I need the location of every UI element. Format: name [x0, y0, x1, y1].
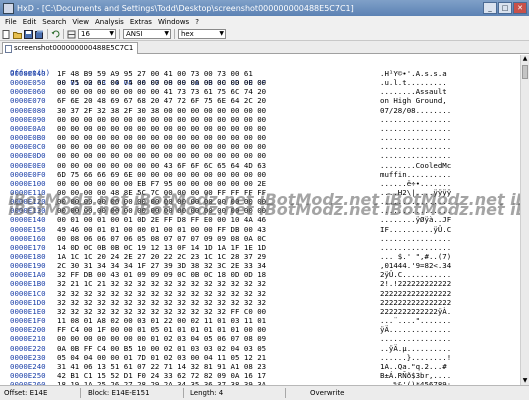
- charset-select[interactable]: ANSI ▼: [123, 29, 171, 39]
- open-folder-icon[interactable]: [13, 30, 22, 39]
- close-button[interactable]: ✕: [513, 2, 527, 14]
- menu-search[interactable]: Search: [39, 18, 69, 26]
- toolbar-separator: [174, 29, 175, 39]
- status-mode: Overwrite: [310, 389, 345, 397]
- scroll-up-arrow-icon[interactable]: ▲: [521, 55, 529, 63]
- bytes-per-row-value: 16: [81, 30, 90, 38]
- window-title: HxD - [C:\Documents and Settings\Todd\De…: [17, 3, 354, 13]
- status-divider: [80, 388, 81, 398]
- scrollbar-thumb[interactable]: [522, 65, 528, 79]
- menu-help[interactable]: ?: [192, 18, 202, 26]
- document-tab-label: screenshot000000000488E5C7C1: [14, 44, 134, 52]
- window-controls: _ □ ✕: [483, 2, 527, 14]
- bytes-per-row-icon: [67, 30, 76, 39]
- document-icon: [5, 44, 12, 53]
- status-length: Length: 4: [190, 389, 224, 397]
- document-tab-bar: screenshot000000000488E5C7C1: [0, 41, 529, 54]
- offset-base-select[interactable]: hex ▼: [178, 29, 226, 39]
- status-offset: Offset: E14E: [4, 389, 48, 397]
- toolbar-separator: [63, 29, 64, 39]
- maximize-button[interactable]: □: [498, 2, 512, 14]
- hex-header-row: Offset(h) 00 01 02 03 04 05 06 07 08 09 …: [0, 58, 529, 87]
- offset-base-value: hex: [181, 30, 194, 38]
- status-divider: [183, 388, 184, 398]
- charset-value: ANSI: [126, 30, 143, 38]
- status-divider: [285, 388, 286, 398]
- menu-windows[interactable]: Windows: [155, 18, 192, 26]
- toolbar: 16 ▼ ANSI ▼ hex ▼: [0, 28, 529, 41]
- hxd-app-icon: [3, 2, 14, 14]
- menu-extras[interactable]: Extras: [127, 18, 155, 26]
- menu-file[interactable]: File: [2, 18, 20, 26]
- undo-icon[interactable]: [51, 30, 60, 39]
- chevron-down-icon: ▼: [164, 30, 169, 37]
- menu-edit[interactable]: Edit: [20, 18, 40, 26]
- menu-analysis[interactable]: Analysis: [92, 18, 127, 26]
- status-bar: Offset: E14E Block: E14E-E151 Length: 4 …: [0, 385, 529, 400]
- status-block: Block: E14E-E151: [88, 389, 150, 397]
- vertical-scrollbar[interactable]: ▲ ▼: [520, 55, 529, 385]
- document-tab[interactable]: screenshot000000000488E5C7C1: [2, 42, 139, 54]
- scroll-down-arrow-icon[interactable]: ▼: [521, 377, 529, 385]
- minimize-button[interactable]: _: [483, 2, 497, 14]
- bytes-per-row-select[interactable]: 16 ▼: [78, 29, 116, 39]
- save-icon[interactable]: [24, 29, 33, 39]
- toolbar-separator: [47, 29, 48, 39]
- menu-bar: File Edit Search View Analysis Extras Wi…: [0, 16, 529, 28]
- chevron-down-icon: ▼: [219, 30, 224, 37]
- new-file-icon[interactable]: [2, 29, 11, 39]
- hex-editor-view[interactable]: Offset(h) 00 01 02 03 04 05 06 07 08 09 …: [0, 55, 529, 400]
- menu-view[interactable]: View: [69, 18, 92, 26]
- toolbar-separator: [119, 29, 120, 39]
- title-bar: HxD - [C:\Documents and Settings\Todd\De…: [0, 0, 529, 16]
- chevron-down-icon: ▼: [109, 30, 114, 37]
- save-all-icon[interactable]: [35, 30, 44, 39]
